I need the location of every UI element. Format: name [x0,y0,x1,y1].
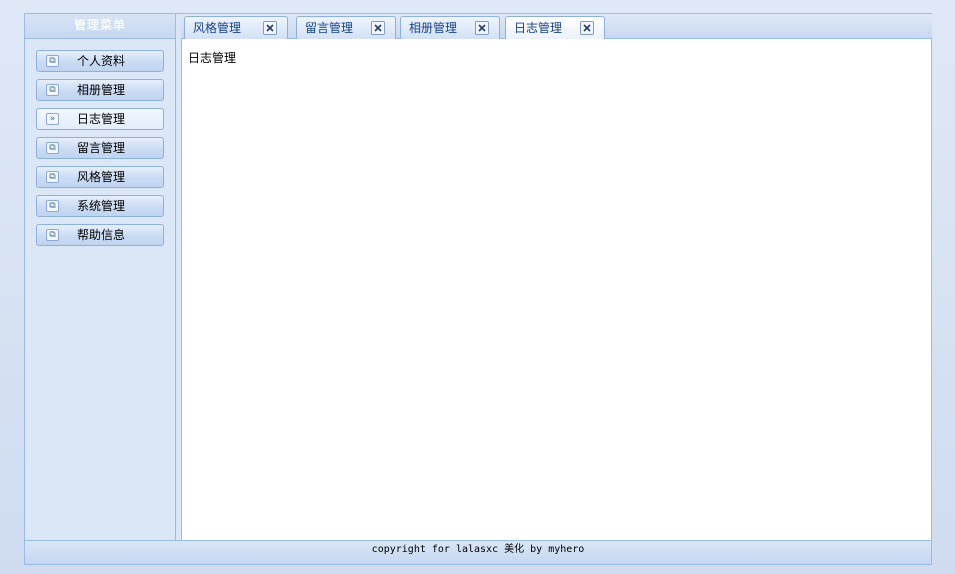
tab-content: 日志管理 [181,39,932,540]
menu-item-blog[interactable]: » 日志管理 [36,108,164,130]
menu-item-label: 系统管理 [77,199,126,213]
menu-item-guestbook[interactable]: ⧉ 留言管理 [36,137,164,159]
tab-label: 日志管理 [514,21,563,35]
menu-item-profile[interactable]: ⧉ 个人资料 [36,50,164,72]
menu-item-label: 帮助信息 [77,228,126,242]
menu-item-label: 留言管理 [77,141,126,155]
tab-blog[interactable]: 日志管理 [505,16,605,40]
copyright-text: copyright for lalasxc 美化 by myhero [371,544,585,555]
tab-panel: 风格管理 留言管理 相册管理 日志管理 日志管理 [181,14,932,540]
window-icon: ⧉ [46,142,59,154]
tab-label: 留言管理 [305,21,354,35]
close-icon[interactable] [371,21,385,35]
close-icon[interactable] [580,21,594,35]
tab-album[interactable]: 相册管理 [400,16,500,39]
menu-list: ⧉ 个人资料 ⧉ 相册管理 » 日志管理 ⧉ 留言管理 ⧉ 风格管理 ⧉ 系统管… [25,39,175,246]
menu-item-label: 风格管理 [77,170,126,184]
content-text: 日志管理 [188,51,237,65]
menu-item-label: 相册管理 [77,83,126,97]
menu-panel: 管理菜单 ⧉ 个人资料 ⧉ 相册管理 » 日志管理 ⧉ 留言管理 ⧉ 风格管理 [25,14,176,540]
tab-guestbook[interactable]: 留言管理 [296,16,396,39]
menu-title: 管理菜单 [25,14,175,39]
menu-item-album[interactable]: ⧉ 相册管理 [36,79,164,101]
close-icon[interactable] [475,21,489,35]
window-icon: ⧉ [46,200,59,212]
menu-item-system[interactable]: ⧉ 系统管理 [36,195,164,217]
window-icon: ⧉ [46,55,59,67]
window-icon: ⧉ [46,171,59,183]
tab-label: 风格管理 [193,21,242,35]
menu-item-help[interactable]: ⧉ 帮助信息 [36,224,164,246]
app-frame: 管理菜单 ⧉ 个人资料 ⧉ 相册管理 » 日志管理 ⧉ 留言管理 ⧉ 风格管理 [24,13,932,565]
close-icon[interactable] [263,21,277,35]
menu-item-label: 日志管理 [77,112,126,126]
footer: copyright for lalasxc 美化 by myhero [25,540,931,564]
tab-strip: 风格管理 留言管理 相册管理 日志管理 [181,14,932,40]
window-icon: ⧉ [46,229,59,241]
menu-item-label: 个人资料 [77,54,126,68]
tab-label: 相册管理 [409,21,458,35]
double-chevron-right-icon: » [46,113,59,125]
menu-item-style[interactable]: ⧉ 风格管理 [36,166,164,188]
tab-style[interactable]: 风格管理 [184,16,288,39]
window-icon: ⧉ [46,84,59,96]
